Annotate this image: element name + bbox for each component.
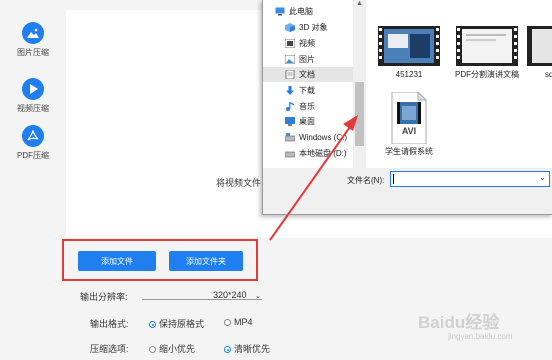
watermark-logo: Baidu经验 [418,313,500,332]
pdf-icon [22,125,44,147]
tree-scrollbar[interactable]: ▲ [353,0,366,168]
play-icon [22,78,44,100]
format-option-mp4[interactable]: MP4 [224,317,253,327]
sidebar-item-label: 图片压缩 [17,48,49,57]
file-name: 学生请假系统 [385,147,433,156]
tree-item-label: 桌面 [299,117,315,126]
chevron-down-icon[interactable]: ⌄ [539,173,546,182]
radio-icon [149,346,156,353]
video-thumbnail-icon [456,26,518,66]
tree-item-label: 文档 [299,70,315,79]
sidebar-item-image-compress[interactable]: 图片压缩 [0,22,66,58]
drive-icon [285,151,295,158]
folder-tree: 此电脑 3D 对象 视频 图片 文档 下载 音乐 桌面 Windows (C:)… [263,0,366,168]
file-open-dialog: 此电脑 3D 对象 视频 图片 文档 下载 音乐 桌面 Windows (C:)… [262,0,552,215]
tree-item-label: Windows (C:) [299,133,348,142]
file-list: 451231 PDF分割演讲文稿 sdg [367,0,552,168]
watermark-url: jingyan.baidu.com [448,332,513,341]
picture-folder-icon [285,55,295,64]
tree-item-documents[interactable]: 文档 [263,67,353,82]
add-file-button[interactable]: 添加文件 [78,251,156,271]
image-icon [22,22,44,44]
tree-item-label: 下载 [299,86,315,95]
format-label: 输出格式: [90,319,129,329]
radio-selected-icon [149,321,156,328]
file-item[interactable]: 451231 [373,26,445,79]
avi-badge: AVI [401,126,417,136]
format-option-label: MP4 [234,317,253,327]
drive-icon [285,133,295,142]
format-option-label: 保持原格式 [159,319,205,329]
video-thumbnail-icon [527,26,552,66]
sidebar-item-label: 视频压缩 [17,104,49,113]
tree-item-label: 3D 对象 [299,23,328,32]
video-folder-icon [285,39,295,48]
resolution-label: 输出分辨率: [80,292,128,302]
sidebar: 图片压缩 视频压缩 PDF压缩 [0,0,66,360]
computer-icon [275,7,285,16]
sidebar-item-video-compress[interactable]: 视频压缩 [0,78,66,114]
file-item[interactable]: sdg [527,26,552,79]
dialog-bottom-bar: 文件名(N): ⌄ [263,168,552,214]
format-option-keep[interactable]: 保持原格式 [149,317,204,330]
tree-item-label: 图片 [299,55,315,64]
scrollbar-thumb[interactable] [355,82,364,146]
file-name: PDF分割演讲文稿 [455,70,519,79]
radio-selected-icon [224,346,231,353]
filename-label: 文件名(N): [347,176,385,185]
music-icon [286,102,294,111]
tree-item-label: 视频 [299,39,315,48]
download-icon [286,86,294,95]
document-folder-icon [285,70,295,79]
compress-option-clear[interactable]: 清晰优先 [224,342,270,355]
compress-option-label: 清晰优先 [234,344,271,354]
compress-option-label: 缩小优先 [159,344,196,354]
drop-hint: 将视频文件 [216,178,262,188]
sidebar-item-label: PDF压缩 [17,151,49,160]
desktop-icon [285,117,295,126]
video-thumbnail-icon [378,26,440,66]
compress-label: 压缩选项: [90,344,129,354]
tree-item-label: 此电脑 [289,7,313,16]
select-underline [142,299,262,300]
file-name: sdg [545,70,552,79]
tree-item-label: 音乐 [299,102,315,111]
tree-item-this-pc[interactable]: 此电脑 [275,4,363,19]
add-folder-button[interactable]: 添加文件夹 [169,251,243,271]
cube-icon [285,23,295,32]
chevron-up-icon[interactable]: ▲ [356,0,363,7]
text-cursor [393,174,394,184]
sidebar-item-pdf-compress[interactable]: PDF压缩 [0,125,66,161]
tree-item-label: 本地磁盘 (D:) [299,149,347,158]
compress-option-small[interactable]: 缩小优先 [149,342,195,355]
radio-icon [224,319,231,326]
file-name: 451231 [395,70,423,79]
file-item[interactable]: PDF分割演讲文稿 [451,26,523,80]
file-item[interactable]: AVI 学生请假系统 [373,90,445,157]
avi-file-icon [391,90,428,145]
filename-input[interactable]: ⌄ [390,171,550,187]
